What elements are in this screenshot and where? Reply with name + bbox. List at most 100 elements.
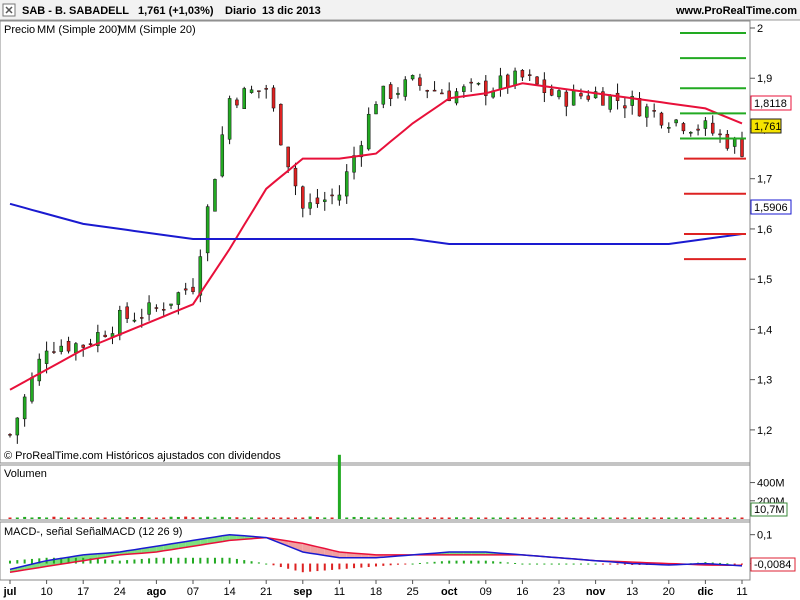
volume-bar <box>652 517 656 519</box>
macd-histogram-bar <box>221 557 224 564</box>
volume-bar <box>638 517 642 519</box>
macd-histogram-bar <box>418 562 421 564</box>
candle-body <box>44 350 49 364</box>
volume-bar <box>330 517 334 519</box>
volume-last-tag: 10,7M <box>750 502 788 517</box>
mm20-value-tag: 1,8118 <box>750 95 792 111</box>
x-tick-label: 10 <box>40 586 52 598</box>
macd-histogram-bar <box>601 563 604 565</box>
volume-bar <box>374 517 378 519</box>
volume-bar <box>703 517 707 519</box>
volume-bar <box>740 517 744 519</box>
volume-bar <box>645 517 649 519</box>
volume-title: Volumen <box>4 468 47 480</box>
x-tick-label: jul <box>3 586 17 598</box>
x-tick-label: dic <box>697 586 713 598</box>
candle-body <box>66 340 71 352</box>
volume-bar <box>206 516 210 519</box>
candle-body <box>308 202 312 209</box>
macd-histogram-bar <box>360 563 363 568</box>
y-tick-label: 2 <box>757 23 763 35</box>
volume-bar <box>696 517 700 519</box>
candle-body <box>330 194 334 197</box>
macd-histogram-bar <box>250 561 253 564</box>
volume-bar <box>506 517 510 519</box>
x-tick-label: 24 <box>114 586 126 598</box>
x-tick-label: 17 <box>77 586 89 598</box>
volume-bar <box>681 517 685 519</box>
candle-body <box>293 167 298 187</box>
macd-histogram-bar <box>741 563 743 565</box>
candle-body <box>564 91 569 107</box>
candle-body <box>198 256 203 296</box>
candle-body <box>425 90 429 92</box>
candle-body <box>169 303 173 306</box>
volume-bar <box>572 517 576 519</box>
macd-histogram-bar <box>345 563 348 569</box>
macd-histogram-bar <box>492 561 495 564</box>
volume-bar <box>337 454 341 519</box>
period-label: Diario <box>225 5 256 17</box>
macd-histogram-bar <box>294 563 297 571</box>
macd-histogram-bar <box>206 557 209 564</box>
macd-histogram-bar <box>316 563 319 572</box>
volume-bar <box>74 517 78 519</box>
legend-mm20: MM (Simple 20) <box>118 24 196 36</box>
volume-bar <box>564 517 568 519</box>
macd-histogram-bar <box>514 562 517 564</box>
volume-bar <box>550 517 554 519</box>
volume-bar <box>733 517 737 519</box>
candle-body <box>257 90 261 92</box>
price-panel-frame <box>0 20 751 464</box>
macd-histogram-bar <box>521 563 524 565</box>
macd-histogram-bar <box>133 559 136 564</box>
volume-bar <box>359 517 363 519</box>
macd-histogram-bar <box>616 563 619 565</box>
volume-bar <box>711 517 715 519</box>
legend-mm200: MM (Simple 200) <box>37 24 121 36</box>
y-tick-label: 1,4 <box>757 324 772 336</box>
volume-bar <box>184 516 188 519</box>
macd-last-label: -0,0084 <box>754 559 791 571</box>
candle-body <box>88 343 93 345</box>
macd-histogram-bar <box>228 557 231 564</box>
volume-bar <box>352 516 356 519</box>
volume-bar <box>396 517 400 519</box>
candle-body <box>213 179 217 212</box>
volume-bar <box>616 517 620 519</box>
volume-bar <box>191 517 195 519</box>
macd-histogram-bar <box>543 563 546 565</box>
macd-histogram-bar <box>243 560 246 564</box>
macd-histogram-bar <box>579 563 582 565</box>
candle-body <box>337 194 342 201</box>
volume-bar <box>89 517 93 519</box>
candle-body <box>191 286 195 292</box>
candle-body <box>403 79 408 97</box>
macd-histogram-bar <box>558 563 560 565</box>
candle-body <box>689 131 693 134</box>
volume-bar <box>8 517 12 519</box>
candle-body <box>154 307 159 309</box>
volume-tick-label: 400M <box>757 478 785 490</box>
close-icon[interactable] <box>2 3 16 17</box>
x-tick-label: 21 <box>260 586 272 598</box>
x-tick-label: 07 <box>187 586 199 598</box>
volume-bar <box>455 517 459 519</box>
candle-body <box>22 396 27 420</box>
x-tick-label: 13 <box>626 586 638 598</box>
volume-bar <box>418 517 422 519</box>
candle-body <box>8 434 12 436</box>
y-tick-label: 1,9 <box>757 73 772 85</box>
macd-histogram-bar <box>448 560 451 564</box>
last-price-tag: 1,761 <box>750 118 782 134</box>
volume-bar <box>440 517 444 519</box>
macd-histogram-bar <box>184 557 187 564</box>
macd-histogram-bar <box>462 560 465 564</box>
volume-bar <box>37 517 41 519</box>
x-tick-label: 16 <box>516 586 528 598</box>
macd-histogram-bar <box>279 563 282 568</box>
candle-body <box>681 123 686 132</box>
candle-body <box>608 94 612 110</box>
macd-histogram-bar <box>272 563 275 566</box>
candle-body <box>432 89 437 92</box>
